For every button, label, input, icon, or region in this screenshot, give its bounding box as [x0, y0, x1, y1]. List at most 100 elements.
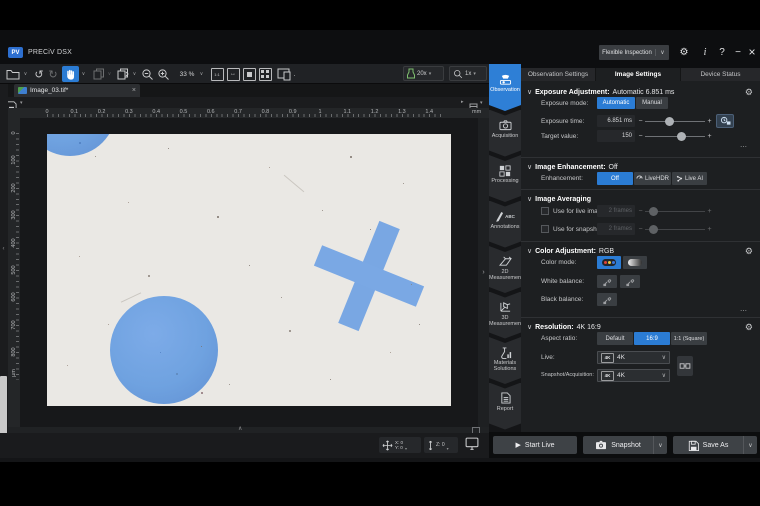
slider-thumb[interactable] [649, 225, 658, 234]
exposure-mode-manual-button[interactable]: Manual [636, 97, 668, 109]
open-file-icon[interactable] [5, 66, 21, 82]
save-as-button[interactable]: Save As ∨ [673, 436, 757, 454]
exposure-mode-automatic-button[interactable]: Automatic [597, 97, 635, 109]
copy-icon[interactable] [92, 66, 105, 82]
pixel-view-icon[interactable] [258, 66, 272, 82]
hand-tool-chevron-icon[interactable]: ∨ [80, 66, 87, 82]
stage-z-control[interactable]: Z: 0 ▾ [424, 437, 458, 453]
zoom-in-icon[interactable] [157, 66, 170, 82]
sidebar-item-observation[interactable]: Observation [489, 64, 521, 111]
gear-icon[interactable]: ⚙ [745, 322, 753, 333]
layout-preview-icon[interactable] [276, 66, 292, 82]
color-mode-grayscale-button[interactable] [623, 256, 647, 269]
sidebar-item-processing[interactable]: Processing [489, 155, 521, 202]
live-frames-slider[interactable] [645, 205, 705, 217]
pan-hand-tool-icon[interactable] [62, 66, 79, 82]
undo-icon[interactable]: ↺ [33, 66, 45, 82]
profile-dropdown[interactable]: Flexible Inspection ∨ [599, 45, 669, 60]
sidebar-item-materials-solutions[interactable]: Materials Solutions [489, 337, 521, 384]
enhancement-livehdr-button[interactable]: LiveHDR [634, 172, 671, 185]
use-for-live-image-checkbox[interactable] [541, 207, 549, 215]
specimen-image[interactable] [47, 134, 451, 406]
tab-close-icon[interactable]: × [132, 87, 136, 94]
collapse-icon[interactable]: ∨ [527, 163, 532, 171]
collapse-icon[interactable]: ∨ [527, 323, 532, 331]
sidebar-item-report[interactable]: Report [489, 383, 521, 430]
exposure-more-button[interactable]: ⋯ [740, 143, 747, 151]
slider-thumb[interactable] [665, 117, 674, 126]
snapshot-frames-input[interactable]: 2 frames [597, 223, 635, 235]
black-balance-button[interactable] [597, 293, 617, 306]
collapse-icon[interactable]: ∨ [527, 88, 532, 96]
exposure-time-input[interactable]: 6.851 ms [597, 115, 635, 127]
viewer-canvas[interactable]: µm 0100200300400500600700800 › [8, 118, 489, 427]
start-live-button[interactable]: ▶ Start Live [493, 436, 577, 454]
snapshot-frames-minus-button[interactable]: − [637, 223, 644, 235]
close-icon[interactable]: × [744, 44, 760, 60]
snapshot-resolution-dropdown[interactable]: 4K 4K ∨ [597, 369, 670, 382]
zoom-percent-chevron-icon[interactable]: ∨ [198, 66, 205, 82]
settings-gear-icon[interactable]: ⚙ [676, 44, 692, 60]
target-value-minus-button[interactable]: − [637, 130, 644, 142]
magnification-selector[interactable]: 1x ▾ [449, 66, 487, 81]
save-layer-chevron-icon[interactable]: ▾ [20, 100, 23, 106]
gear-icon[interactable]: ⚙ [745, 87, 753, 98]
target-value-slider[interactable] [645, 130, 705, 142]
zoom-percent-value[interactable]: 33 % [176, 66, 198, 82]
exposure-time-minus-button[interactable]: − [637, 115, 644, 127]
info-icon[interactable]: i [697, 44, 713, 60]
slider-thumb[interactable] [677, 132, 686, 141]
live-frames-minus-button[interactable]: − [637, 205, 644, 217]
live-frames-plus-button[interactable]: + [706, 205, 713, 217]
sidebar-item-2d-measurement[interactable]: 2D Measurement [489, 246, 521, 293]
aspect-16-9-button[interactable]: 16:9 [634, 332, 670, 345]
fit-screen-icon[interactable] [242, 66, 256, 82]
auto-exposure-lock-button[interactable] [716, 114, 734, 128]
live-frames-input[interactable]: 2 frames [597, 205, 635, 217]
white-balance-auto-button[interactable] [620, 275, 640, 288]
duplicate-chevron-icon[interactable]: ∨ [131, 66, 138, 82]
snapshot-frames-slider[interactable] [645, 223, 705, 235]
link-resolutions-button[interactable] [677, 356, 693, 376]
panel-expand-right-handle[interactable]: › [478, 118, 489, 427]
tab-device-status[interactable]: Device Status [681, 68, 760, 81]
objective-selector[interactable]: 20x ▾ [403, 66, 444, 81]
collapse-icon[interactable]: ∨ [527, 195, 532, 203]
exposure-time-slider[interactable] [645, 115, 705, 127]
stage-xy-control[interactable]: X: 0 Y: 0 ▾ [379, 437, 421, 453]
save-as-chevron-icon[interactable]: ∨ [743, 436, 757, 454]
tab-observation-settings[interactable]: Observation Settings [521, 68, 596, 81]
target-value-input[interactable]: 150 [597, 130, 635, 142]
collapse-icon[interactable]: ∨ [527, 247, 532, 255]
live-resolution-dropdown[interactable]: 4K 4K ∨ [597, 351, 670, 364]
slider-thumb[interactable] [649, 207, 658, 216]
enhancement-liveai-button[interactable]: Live AI [672, 172, 707, 185]
collapse-up-icon[interactable]: ∧ [238, 425, 242, 432]
sidebar-item-acquisition[interactable]: Acquisition [489, 110, 521, 157]
color-mode-rgb-button[interactable] [597, 256, 621, 269]
fit-width-icon[interactable]: ↔ [226, 66, 240, 82]
display-monitor-icon[interactable] [464, 436, 480, 456]
help-icon[interactable]: ? [714, 44, 730, 60]
zoom-out-icon[interactable] [141, 66, 154, 82]
snapshot-button[interactable]: Snapshot ∨ [583, 436, 667, 454]
white-balance-area-button[interactable] [597, 275, 617, 288]
color-more-button[interactable]: ⋯ [740, 307, 747, 315]
enhancement-off-button[interactable]: Off [597, 172, 633, 185]
use-for-snapshot-checkbox[interactable] [541, 225, 549, 233]
overlay-play-icon[interactable]: ▸ [461, 99, 464, 105]
gear-icon[interactable]: ⚙ [745, 246, 753, 257]
snapshot-chevron-icon[interactable]: ∨ [653, 436, 667, 454]
open-file-chevron-icon[interactable]: ∨ [22, 66, 29, 82]
copy-chevron-icon[interactable]: ∨ [106, 66, 113, 82]
section-image-averaging[interactable]: ∨ Image Averaging [521, 193, 760, 205]
aspect-1-1-button[interactable]: 1:1 (Square) [671, 332, 707, 345]
snapshot-frames-plus-button[interactable]: + [706, 223, 713, 235]
overlay-chevron-icon[interactable]: ▾ [480, 100, 483, 106]
aspect-default-button[interactable]: Default [597, 332, 633, 345]
sidebar-item-3d-measurement[interactable]: 3D Measurement [489, 292, 521, 339]
duplicate-image-icon[interactable] [116, 66, 130, 82]
target-value-plus-button[interactable]: + [706, 130, 713, 142]
exposure-time-plus-button[interactable]: + [706, 115, 713, 127]
panel-expand-left-handle[interactable]: ‹ [0, 242, 7, 256]
